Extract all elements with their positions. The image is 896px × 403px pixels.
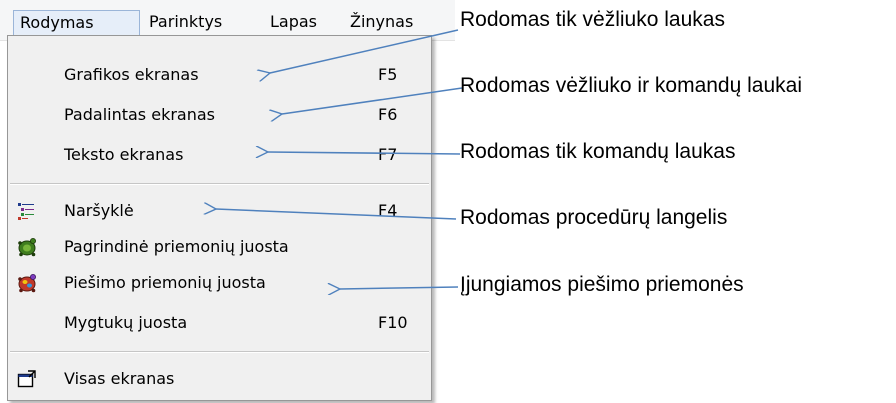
- annotation-arrows: [0, 29, 463, 403]
- annotation-arrow: [268, 152, 461, 154]
- annotation-arrow: [282, 87, 463, 114]
- annotation-arrow: [340, 287, 459, 289]
- annotation-arrow: [270, 29, 459, 73]
- annotation-arrow: [216, 209, 457, 220]
- annotation-drawing-toolbar: Įjungiamos piešimo priemonės: [460, 273, 744, 296]
- annotation-graphics-screen: Rodomas tik vėžliuko laukas: [460, 8, 725, 31]
- annotation-text-screen: Rodomas tik komandų laukas: [460, 140, 736, 163]
- annotation-browser: Rodomas procedūrų langelis: [460, 206, 728, 229]
- annotation-split-screen: Rodomas vėžliuko ir komandų laukai: [460, 74, 802, 97]
